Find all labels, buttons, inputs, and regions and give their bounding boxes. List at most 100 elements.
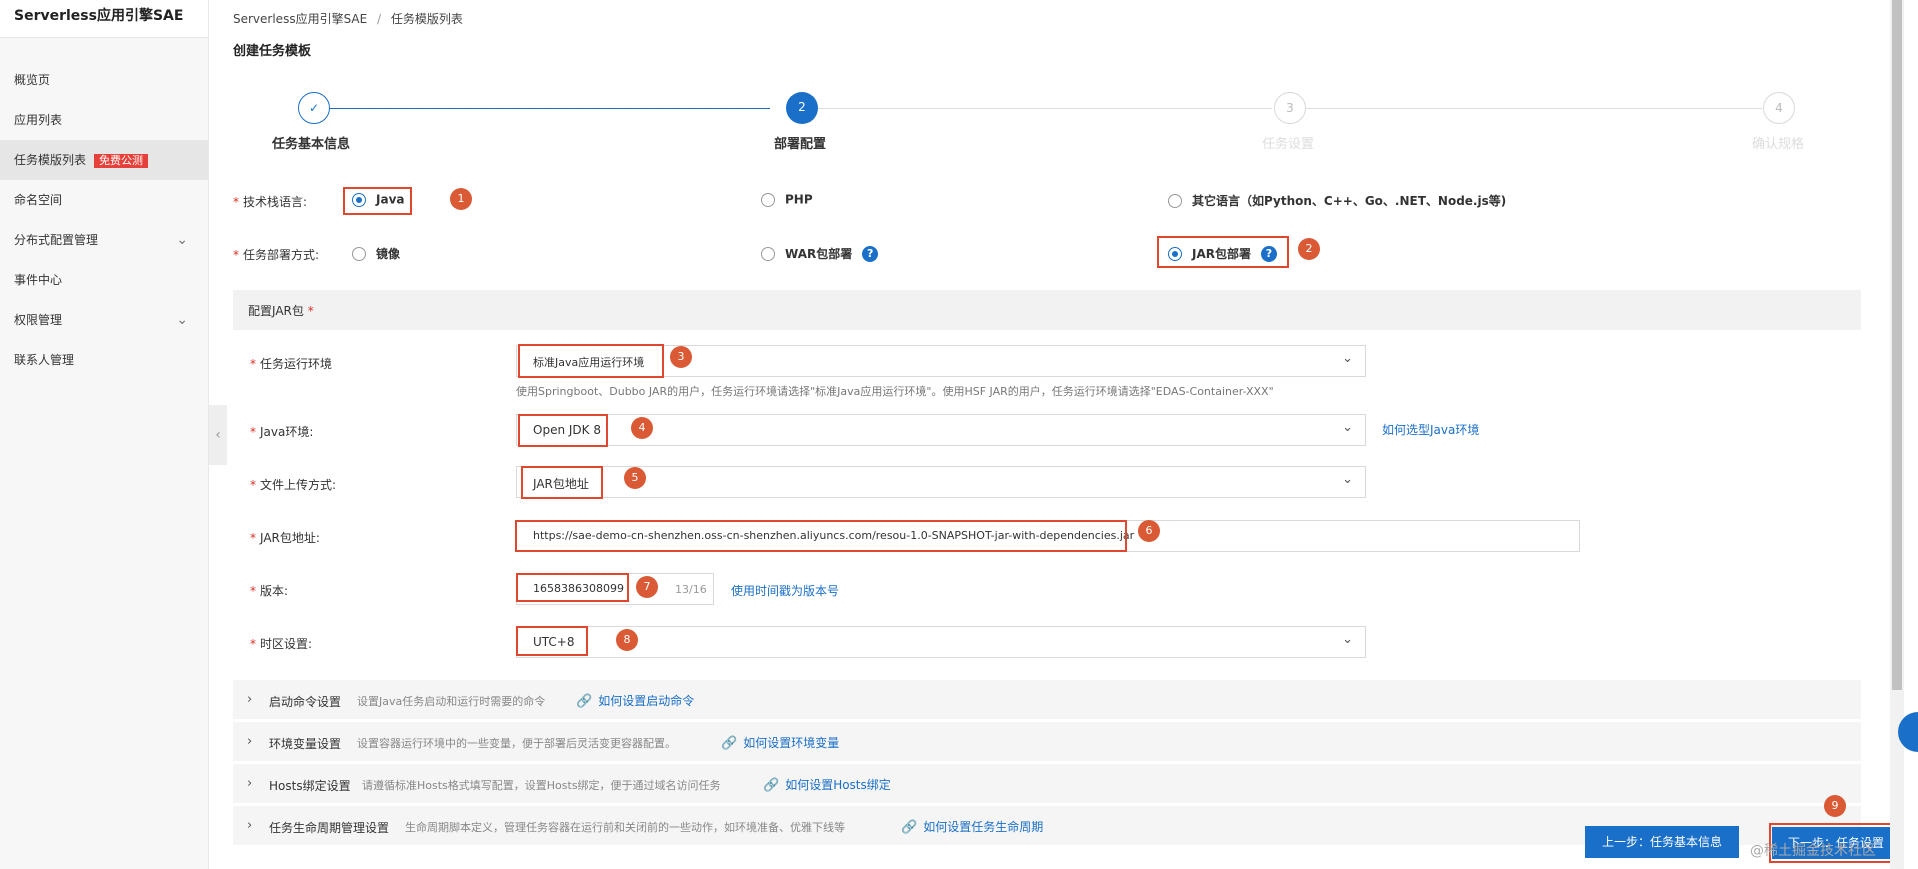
section-help-link-text: 如何设置环境变量 bbox=[743, 736, 840, 750]
annotation-3: 3 bbox=[670, 346, 692, 368]
radio-dot bbox=[761, 246, 775, 261]
link-icon: 🔗 bbox=[721, 736, 738, 751]
required-mark: * bbox=[250, 425, 256, 439]
hosts-binding-section[interactable]: › Hosts绑定设置 请遵循标准Hosts格式填写配置，设置Hosts绑定，便… bbox=[233, 764, 1861, 804]
section-help-link-text: 如何设置任务生命周期 bbox=[923, 820, 1044, 834]
step-2-label: 部署配置 bbox=[774, 137, 827, 152]
section-help-link-text: 如何设置Hosts绑定 bbox=[785, 778, 891, 792]
required-mark: * bbox=[233, 195, 239, 209]
runtime-env-hint: 使用Springboot、Dubbo JAR的用户，任务运行环境请选择"标准Ja… bbox=[516, 385, 1274, 398]
step-3-label: 任务设置 bbox=[1262, 137, 1315, 152]
sidebar-item-label: 命名空间 bbox=[14, 193, 63, 207]
section-title: Hosts绑定设置 bbox=[269, 779, 351, 793]
sidebar-item-permissions[interactable]: 权限管理 ⌄ bbox=[0, 300, 208, 340]
upload-mode-label: * 文件上传方式: bbox=[250, 476, 336, 493]
env-vars-section[interactable]: › 环境变量设置 设置容器运行环境中的一些变量，便于部署后灵活变更容器配置。 🔗… bbox=[233, 722, 1861, 762]
section-desc: 生命周期脚本定义，管理任务容器在运行前和关闭前的一些动作，如环境准备、优雅下线等 bbox=[405, 821, 845, 834]
help-icon[interactable]: ? bbox=[862, 245, 879, 262]
jar-url-label: * JAR包地址: bbox=[250, 529, 320, 546]
chevron-right-icon: › bbox=[247, 734, 253, 749]
sidebar-item-label: 联系人管理 bbox=[14, 353, 75, 367]
annotation-1: 1 bbox=[450, 188, 472, 210]
breadcrumb-separator: / bbox=[377, 12, 382, 26]
sidebar: Serverless应用引擎SAE 概览页 应用列表 任务模版列表 免费公测 命名… bbox=[0, 0, 209, 869]
highlight-box bbox=[1157, 236, 1289, 268]
version-label-text: 版本: bbox=[260, 584, 289, 598]
annotation-4: 4 bbox=[631, 417, 653, 439]
section-help-link[interactable]: 🔗 如何设置环境变量 bbox=[721, 734, 839, 751]
sidebar-item-app-list[interactable]: 应用列表 bbox=[0, 100, 208, 140]
version-label: * 版本: bbox=[250, 582, 288, 599]
sidebar-item-event-center[interactable]: 事件中心 bbox=[0, 260, 208, 300]
section-help-link[interactable]: 🔗 如何设置启动命令 bbox=[576, 692, 694, 709]
section-desc: 设置容器运行环境中的一些变量，便于部署后灵活变更容器配置。 bbox=[357, 737, 676, 750]
chevron-down-icon: ⌄ bbox=[1342, 420, 1353, 435]
radio-other-language[interactable]: 其它语言（如Python、C++、Go、.NET、Node.js等) bbox=[1168, 192, 1506, 209]
breadcrumb-current[interactable]: 任务模版列表 bbox=[391, 12, 463, 26]
section-help-link[interactable]: 🔗 如何设置任务生命周期 bbox=[901, 818, 1043, 835]
chevron-down-icon: ⌄ bbox=[1342, 472, 1353, 487]
required-mark: * bbox=[250, 478, 256, 492]
step-4-label: 确认规格 bbox=[1752, 137, 1805, 152]
step-connector bbox=[1306, 108, 1762, 109]
chevron-right-icon: › bbox=[247, 692, 253, 707]
prev-step-button[interactable]: 上一步：任务基本信息 bbox=[1585, 826, 1739, 858]
chevron-right-icon: › bbox=[247, 818, 253, 833]
chevron-right-icon: › bbox=[247, 776, 253, 791]
startup-command-section[interactable]: › 启动命令设置 设置Java任务启动和运行时需要的命令 🔗 如何设置启动命令 bbox=[233, 680, 1861, 720]
annotation-9: 9 bbox=[1824, 795, 1846, 817]
jar-url-label-text: JAR包地址: bbox=[260, 531, 320, 545]
sidebar-item-contacts[interactable]: 联系人管理 bbox=[0, 340, 208, 380]
sidebar-item-label: 分布式配置管理 bbox=[14, 233, 99, 247]
sidebar-item-overview[interactable]: 概览页 bbox=[0, 60, 208, 100]
page-title: 创建任务模板 bbox=[233, 44, 312, 59]
chevron-left-icon: ‹ bbox=[215, 427, 221, 443]
required-mark: * bbox=[250, 531, 256, 545]
step-connector bbox=[818, 108, 1272, 109]
section-title: 任务生命周期管理设置 bbox=[269, 821, 390, 835]
section-desc: 设置Java任务启动和运行时需要的命令 bbox=[357, 695, 546, 708]
radio-war[interactable]: WAR包部署? bbox=[761, 245, 879, 262]
sidebar-item-distributed-config[interactable]: 分布式配置管理 ⌄ bbox=[0, 220, 208, 260]
java-env-help-link[interactable]: 如何选型Java环境 bbox=[1382, 421, 1479, 438]
sidebar-collapse-button[interactable]: ‹ bbox=[209, 405, 227, 465]
section-help-link[interactable]: 🔗 如何设置Hosts绑定 bbox=[763, 776, 891, 793]
scrollbar-thumb[interactable] bbox=[1892, 0, 1902, 690]
version-char-counter: 13/16 bbox=[675, 583, 707, 596]
chevron-down-icon: ⌄ bbox=[1342, 351, 1353, 366]
tech-stack-label: * 技术栈语言: bbox=[233, 193, 307, 210]
breadcrumb-root[interactable]: Serverless应用引擎SAE bbox=[233, 12, 367, 26]
sidebar-item-task-templates[interactable]: 任务模版列表 免费公测 bbox=[0, 140, 208, 180]
highlight-box bbox=[343, 187, 412, 215]
runtime-env-label: * 任务运行环境 bbox=[250, 355, 332, 372]
radio-dot bbox=[1168, 193, 1182, 208]
breadcrumb: Serverless应用引擎SAE / 任务模版列表 bbox=[233, 10, 463, 27]
chevron-down-icon: ⌄ bbox=[1342, 632, 1353, 647]
link-icon: 🔗 bbox=[576, 694, 593, 709]
sidebar-title: Serverless应用引擎SAE bbox=[0, 0, 208, 38]
timezone-select[interactable]: UTC+8 ⌄ bbox=[516, 626, 1366, 658]
sidebar-item-label: 事件中心 bbox=[14, 273, 63, 287]
required-mark: * bbox=[307, 304, 314, 318]
link-icon: 🔗 bbox=[763, 778, 780, 793]
step-connector bbox=[330, 108, 770, 109]
radio-image[interactable]: 镜像 bbox=[352, 245, 400, 262]
step-1-label: 任务基本信息 bbox=[272, 137, 351, 152]
section-title: 启动命令设置 bbox=[269, 695, 342, 709]
sidebar-item-label: 权限管理 bbox=[14, 313, 63, 327]
step-3-circle: 3 bbox=[1274, 92, 1306, 124]
required-mark: * bbox=[250, 357, 256, 371]
annotation-2: 2 bbox=[1298, 238, 1320, 260]
tech-stack-label-text: 技术栈语言: bbox=[243, 195, 308, 209]
jar-config-title-text: 配置JAR包 bbox=[248, 304, 304, 318]
radio-php[interactable]: PHP bbox=[761, 192, 813, 207]
use-timestamp-link[interactable]: 使用时间戳为版本号 bbox=[731, 582, 839, 599]
radio-dot bbox=[352, 246, 366, 261]
highlight-box bbox=[518, 414, 608, 447]
deploy-mode-label: * 任务部署方式: bbox=[233, 246, 319, 263]
step-2-circle: 2 bbox=[786, 92, 818, 124]
step-4-circle: 4 bbox=[1763, 92, 1795, 124]
link-icon: 🔗 bbox=[901, 820, 918, 835]
annotation-5: 5 bbox=[624, 467, 646, 489]
sidebar-item-namespace[interactable]: 命名空间 bbox=[0, 180, 208, 220]
